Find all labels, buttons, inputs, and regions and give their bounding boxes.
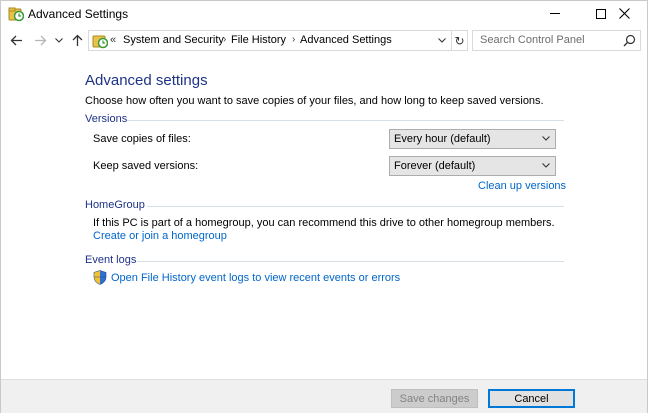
refresh-icon: ↻ [454, 33, 465, 48]
keep-versions-select[interactable]: Forever (default) [389, 156, 556, 176]
section-divider [147, 206, 564, 207]
breadcrumb-separator-icon[interactable]: › [223, 34, 226, 45]
breadcrumb-advanced-settings[interactable]: Advanced Settings [300, 34, 392, 46]
close-icon [618, 8, 630, 19]
minimize-button[interactable] [532, 1, 578, 26]
save-copies-label: Save copies of files: [93, 133, 191, 145]
event-logs-link[interactable]: Open File History event logs to view rec… [111, 272, 400, 284]
navigation-bar: « System and Security › File History › A… [1, 28, 647, 52]
event-logs-header: Event logs [85, 254, 137, 266]
chevron-down-icon [542, 163, 550, 168]
address-dropdown-button[interactable] [435, 31, 449, 50]
cancel-button[interactable]: Cancel [488, 389, 575, 408]
back-arrow-icon [10, 35, 22, 45]
forward-arrow-icon [34, 35, 46, 45]
save-changes-button[interactable]: Save changes [391, 389, 478, 408]
homegroup-header: HomeGroup [85, 199, 145, 211]
breadcrumb-file-history[interactable]: File History [231, 34, 286, 46]
page-description: Choose how often you want to save copies… [85, 95, 544, 107]
chevron-down-icon [438, 38, 446, 43]
search-input[interactable] [480, 34, 620, 46]
up-arrow-icon [72, 34, 82, 46]
section-divider [127, 120, 564, 121]
save-copies-select[interactable]: Every hour (default) [389, 129, 556, 149]
file-history-icon [8, 7, 24, 22]
dialog-footer: Save changes Cancel [1, 379, 647, 413]
keep-versions-label: Keep saved versions: [93, 160, 199, 172]
chevron-down-icon [542, 136, 550, 141]
breadcrumb-overflow[interactable]: « [110, 34, 116, 46]
clean-up-versions-link[interactable]: Clean up versions [478, 180, 566, 192]
search-icon[interactable] [623, 34, 636, 47]
breadcrumb-system-and-security[interactable]: System and Security [123, 34, 224, 46]
advanced-settings-window: Advanced Settings « System and Security … [0, 0, 648, 413]
section-divider [137, 261, 564, 262]
back-button[interactable] [8, 31, 24, 49]
close-button[interactable] [601, 1, 647, 26]
window-title: Advanced Settings [28, 7, 129, 21]
save-copies-value: Every hour (default) [394, 133, 491, 145]
forward-button[interactable] [32, 31, 48, 49]
homegroup-text: If this PC is part of a homegroup, you c… [93, 217, 555, 229]
page-title: Advanced settings [85, 72, 208, 89]
create-join-homegroup-link[interactable]: Create or join a homegroup [93, 230, 227, 242]
chevron-down-icon [55, 37, 63, 43]
refresh-button[interactable]: ↻ [451, 31, 467, 50]
minimize-icon [550, 13, 560, 14]
up-button[interactable] [69, 31, 85, 49]
title-bar[interactable]: Advanced Settings [1, 1, 647, 26]
address-bar[interactable]: « System and Security › File History › A… [88, 30, 468, 51]
breadcrumb-separator-icon[interactable]: › [292, 34, 295, 45]
versions-header: Versions [85, 113, 128, 125]
uac-shield-icon [93, 270, 107, 285]
search-box[interactable] [472, 30, 641, 51]
keep-versions-value: Forever (default) [394, 160, 476, 172]
recent-locations-button[interactable] [54, 31, 64, 49]
control-panel-icon [92, 35, 108, 49]
